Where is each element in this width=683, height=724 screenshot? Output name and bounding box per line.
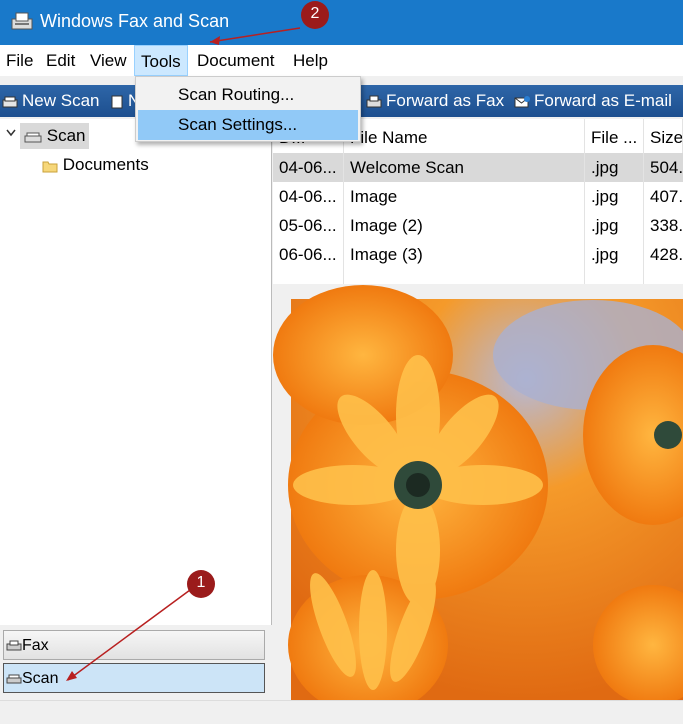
- window-title: Windows Fax and Scan: [40, 11, 230, 31]
- column-header-file-name[interactable]: File Name: [344, 119, 585, 153]
- tools-dropdown-menu: Scan Routing... Scan Settings...: [135, 76, 361, 142]
- cell-date: 06-06...: [279, 245, 337, 264]
- fax-view-button[interactable]: Fax: [3, 630, 265, 660]
- cell-date: 04-06...: [279, 158, 337, 177]
- table-row[interactable]: 05-06... Image (2) .jpg 338.: [273, 211, 683, 240]
- cell-type: .jpg: [591, 187, 619, 206]
- scanner-icon: [24, 132, 42, 143]
- menu-item-scan-routing[interactable]: Scan Routing...: [138, 80, 358, 110]
- table-row[interactable]: 06-06... Image (3) .jpg 428.: [273, 240, 683, 269]
- fax-view-label: Fax: [22, 637, 49, 654]
- cell-name: Image: [350, 187, 398, 206]
- cell-name: Welcome Scan: [350, 158, 465, 177]
- forward-as-fax-button[interactable]: Forward as Fax: [366, 85, 504, 117]
- scan-view-label: Scan: [22, 670, 59, 687]
- cell-type: .jpg: [591, 216, 619, 235]
- cell-date: 04-06...: [279, 187, 337, 206]
- annotation-label-2: 2: [310, 5, 320, 22]
- cell-size: 504.: [650, 158, 683, 177]
- forward-as-email-button[interactable]: Forward as E-mail: [514, 85, 672, 117]
- menu-edit[interactable]: Edit: [40, 45, 81, 76]
- scan-view-button[interactable]: Scan: [3, 663, 265, 693]
- table-row[interactable]: 04-06... Image .jpg 407.: [273, 182, 683, 211]
- new-scan-button[interactable]: New Scan: [2, 85, 99, 117]
- menu-item-scan-settings[interactable]: Scan Settings...: [138, 110, 358, 140]
- status-bar: [0, 700, 683, 724]
- tree-item-scan-label: Scan: [46, 126, 86, 145]
- tree-item-documents-label: Documents: [62, 155, 149, 174]
- menu-bar: File Edit View Tools Document Help: [0, 45, 683, 76]
- cell-name: Image (2): [350, 216, 423, 235]
- title-bar: Windows Fax and Scan: [0, 0, 683, 45]
- tree-item-documents[interactable]: Documents: [42, 152, 149, 178]
- scanner-icon: [6, 674, 22, 684]
- cell-size: 338.: [650, 216, 683, 235]
- preview-pane: [273, 285, 683, 700]
- fax-app-icon: [11, 12, 33, 30]
- forward-as-fax-label: Forward as Fax: [386, 91, 505, 110]
- new-scan-label: New Scan: [22, 91, 100, 110]
- scanner-icon: [2, 96, 18, 108]
- column-header-file-type[interactable]: File ...: [585, 119, 644, 153]
- annotation-label-1: 1: [196, 574, 206, 591]
- chevron-down-icon[interactable]: [6, 129, 16, 137]
- menu-help[interactable]: Help: [287, 45, 334, 76]
- folder-tree: Scan Documents: [0, 119, 272, 625]
- cell-name: Image (3): [350, 245, 423, 264]
- file-list: D... File Name File ... Size 04-06... We…: [273, 119, 683, 284]
- view-switcher: Fax Scan: [0, 625, 271, 700]
- fax-icon: [366, 95, 382, 108]
- cell-type: .jpg: [591, 245, 619, 264]
- forward-as-email-label: Forward as E-mail: [534, 91, 672, 110]
- table-row[interactable]: 04-06... Welcome Scan .jpg 504.: [273, 153, 683, 182]
- tree-item-scan[interactable]: Scan: [20, 123, 90, 149]
- cell-size: 407.: [650, 187, 683, 206]
- menu-document[interactable]: Document: [191, 45, 280, 76]
- preview-image: [273, 285, 683, 700]
- column-header-size[interactable]: Size: [644, 119, 683, 153]
- email-icon: [514, 95, 530, 108]
- menu-file[interactable]: File: [0, 45, 39, 76]
- folder-icon: [42, 161, 58, 173]
- menu-view[interactable]: View: [84, 45, 133, 76]
- cell-type: .jpg: [591, 158, 619, 177]
- document-icon: [111, 95, 123, 109]
- menu-tools[interactable]: Tools: [134, 45, 188, 76]
- fax-icon: [6, 640, 22, 651]
- cell-date: 05-06...: [279, 216, 337, 235]
- cell-size: 428.: [650, 245, 683, 264]
